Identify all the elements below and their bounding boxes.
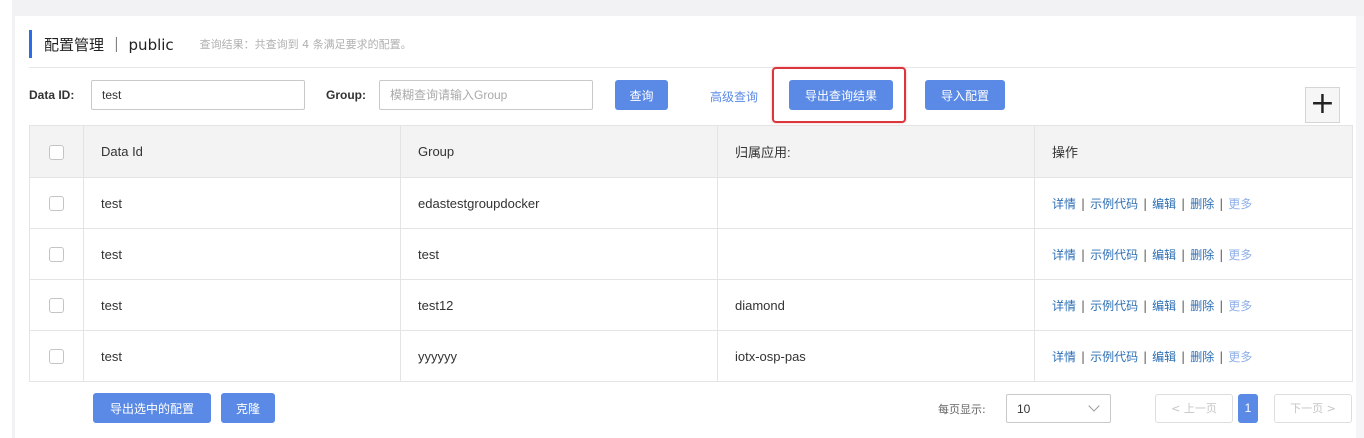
export-results-button[interactable]: 导出查询结果 — [789, 80, 893, 110]
header-accent-bar — [29, 30, 32, 58]
action-separator: | — [1219, 298, 1224, 313]
row-checkbox[interactable] — [49, 247, 64, 263]
delete-link[interactable]: 删除 — [1190, 350, 1214, 364]
delete-link[interactable]: 删除 — [1190, 299, 1214, 313]
query-button[interactable]: 查询 — [615, 80, 668, 110]
cell-app: diamond — [717, 279, 1035, 331]
action-separator: | — [1181, 196, 1186, 211]
table-row: test test 详情 | 示例代码 | 编辑 | 删除 | 更多 — [29, 228, 1353, 280]
action-separator: | — [1219, 247, 1224, 262]
right-scroll-edge — [1356, 16, 1364, 438]
row-checkbox[interactable] — [49, 298, 64, 314]
detail-link[interactable]: 详情 — [1052, 197, 1076, 211]
detail-link[interactable]: 详情 — [1052, 299, 1076, 313]
config-table: Data Id Group 归属应用: 操作 test edastestgroup… — [29, 125, 1353, 382]
top-band — [12, 0, 1364, 16]
detail-link[interactable]: 详情 — [1052, 350, 1076, 364]
row-checkbox[interactable] — [49, 196, 64, 212]
data-id-input[interactable] — [91, 80, 305, 110]
delete-link[interactable]: 删除 — [1190, 197, 1214, 211]
page-header: 配置管理 ｜ public 查询结果：共查询到 4 条满足要求的配置。 — [29, 30, 412, 58]
group-label: Group: — [326, 88, 366, 102]
page-title: 配置管理 ｜ public — [44, 35, 174, 54]
query-summary: 查询结果：共查询到 4 条满足要求的配置。 — [199, 38, 412, 51]
current-page-button[interactable]: 1 — [1238, 394, 1258, 423]
page-size-value: 10 — [1017, 402, 1031, 416]
cell-group: test — [400, 228, 718, 280]
delete-link[interactable]: 删除 — [1190, 248, 1214, 262]
cell-data-id: test — [83, 228, 401, 280]
column-header-data-id: Data Id — [83, 125, 401, 178]
advanced-query-link[interactable]: 高级查询 — [710, 88, 758, 105]
prev-page-button[interactable]: < 上一页 — [1155, 394, 1233, 423]
cell-app: iotx-osp-pas — [717, 330, 1035, 382]
cell-app — [717, 228, 1035, 280]
action-separator: | — [1143, 298, 1148, 313]
group-input[interactable] — [379, 80, 593, 110]
next-page-button[interactable]: 下一页 > — [1274, 394, 1352, 423]
cell-group: test12 — [400, 279, 718, 331]
action-separator: | — [1143, 247, 1148, 262]
clone-button[interactable]: 克隆 — [221, 393, 275, 423]
export-selected-button[interactable]: 导出选中的配置 — [93, 393, 211, 423]
row-checkbox[interactable] — [49, 349, 64, 365]
column-header-app: 归属应用: — [717, 125, 1035, 178]
action-separator: | — [1181, 349, 1186, 364]
table-row: test edastestgroupdocker 详情 | 示例代码 | 编辑 | 删除 | 更多 — [29, 177, 1353, 229]
edit-link[interactable]: 编辑 — [1152, 197, 1176, 211]
cell-data-id: test — [83, 279, 401, 331]
cell-actions: 详情 | 示例代码 | 编辑 | 删除 | 更多 — [1034, 228, 1353, 280]
sample-code-link[interactable]: 示例代码 — [1090, 350, 1138, 364]
table-header-row: Data Id Group 归属应用: 操作 — [29, 125, 1353, 178]
chevron-down-icon — [1088, 400, 1100, 412]
sample-code-link[interactable]: 示例代码 — [1090, 197, 1138, 211]
action-separator: | — [1081, 349, 1086, 364]
sample-code-link[interactable]: 示例代码 — [1090, 299, 1138, 313]
data-id-label: Data ID: — [29, 88, 75, 102]
edit-link[interactable]: 编辑 — [1152, 299, 1176, 313]
more-link[interactable]: 更多 — [1228, 197, 1252, 211]
plus-icon[interactable]: + — [1305, 87, 1340, 123]
edit-link[interactable]: 编辑 — [1152, 248, 1176, 262]
detail-link[interactable]: 详情 — [1052, 248, 1076, 262]
column-header-actions: 操作 — [1034, 125, 1353, 178]
cell-group: yyyyyy — [400, 330, 718, 382]
action-separator: | — [1219, 196, 1224, 211]
column-header-group: Group — [400, 125, 718, 178]
action-separator: | — [1143, 196, 1148, 211]
action-separator: | — [1143, 349, 1148, 364]
table-row: test yyyyyy iotx-osp-pas 详情 | 示例代码 | 编辑 | 删除 | 更多 — [29, 330, 1353, 382]
cell-actions: 详情 | 示例代码 | 编辑 | 删除 | 更多 — [1034, 279, 1353, 331]
sample-code-link[interactable]: 示例代码 — [1090, 248, 1138, 262]
edit-link[interactable]: 编辑 — [1152, 350, 1176, 364]
page-size-label: 每页显示: — [938, 403, 986, 416]
cell-group: edastestgroupdocker — [400, 177, 718, 229]
more-link[interactable]: 更多 — [1228, 248, 1252, 262]
action-separator: | — [1081, 298, 1086, 313]
action-separator: | — [1081, 196, 1086, 211]
page-size-select[interactable]: 10 — [1006, 394, 1111, 423]
header-divider — [29, 67, 1356, 68]
cell-data-id: test — [83, 177, 401, 229]
action-separator: | — [1081, 247, 1086, 262]
cell-actions: 详情 | 示例代码 | 编辑 | 删除 | 更多 — [1034, 330, 1353, 382]
cell-data-id: test — [83, 330, 401, 382]
cell-app — [717, 177, 1035, 229]
select-all-checkbox[interactable] — [49, 144, 64, 160]
cell-actions: 详情 | 示例代码 | 编辑 | 删除 | 更多 — [1034, 177, 1353, 229]
action-separator: | — [1219, 349, 1224, 364]
more-link[interactable]: 更多 — [1228, 299, 1252, 313]
more-link[interactable]: 更多 — [1228, 350, 1252, 364]
import-config-button[interactable]: 导入配置 — [925, 80, 1005, 110]
action-separator: | — [1181, 298, 1186, 313]
action-separator: | — [1181, 247, 1186, 262]
left-edge — [12, 16, 15, 438]
table-row: test test12 diamond 详情 | 示例代码 | 编辑 | 删除 | 更多 — [29, 279, 1353, 331]
